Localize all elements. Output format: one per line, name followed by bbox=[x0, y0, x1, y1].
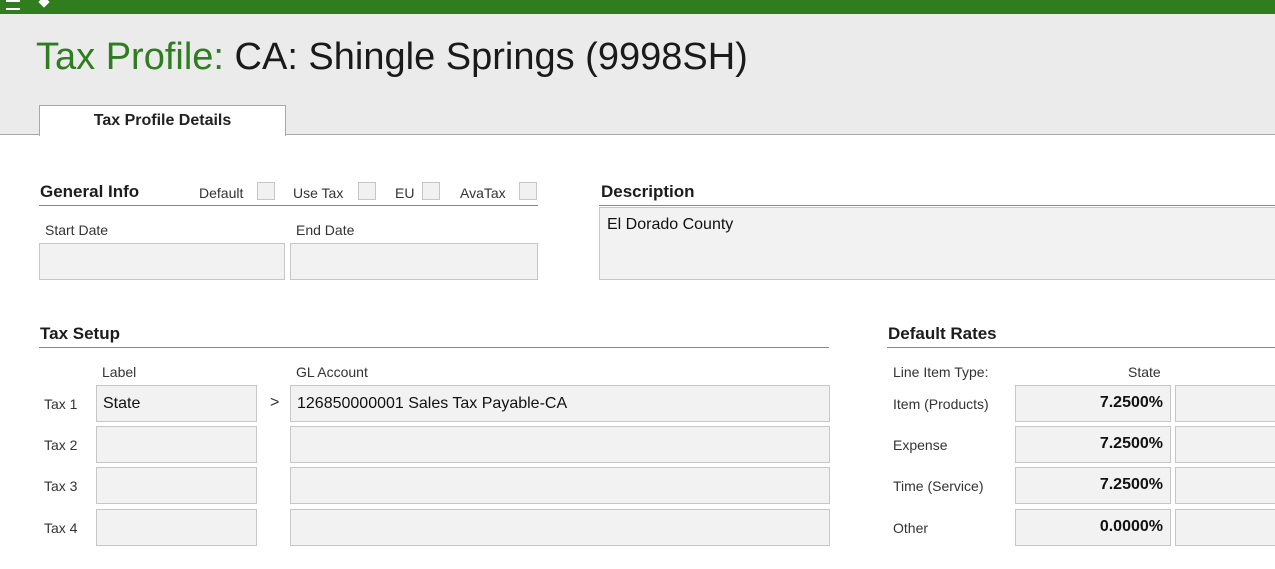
tax-1-label-value: State bbox=[103, 395, 141, 412]
tax-row-name: Tax 3 bbox=[44, 478, 78, 494]
top-nav-bar bbox=[0, 0, 1275, 14]
default-rates-title: Default Rates bbox=[888, 324, 997, 343]
other-state-rate: 0.0000% bbox=[1099, 518, 1163, 535]
tax-row-name: Tax 4 bbox=[44, 520, 78, 536]
end-date-input[interactable] bbox=[290, 243, 538, 280]
description-textarea[interactable]: El Dorado County bbox=[599, 207, 1275, 280]
line-item-type: Time (Service) bbox=[893, 478, 984, 494]
state-column-header: State bbox=[1128, 364, 1161, 380]
avatax-flag-label: AvaTax bbox=[460, 185, 506, 201]
description-value: El Dorado County bbox=[607, 216, 734, 233]
default-checkbox[interactable] bbox=[257, 182, 275, 200]
tax-setup-divider bbox=[39, 347, 829, 348]
tax-2-gl-account-input[interactable] bbox=[290, 426, 830, 463]
page-header: Tax Profile: CA: Shingle Springs (9998SH… bbox=[0, 14, 1275, 136]
tax-1-label-input[interactable]: State bbox=[96, 385, 257, 422]
page-title-prefix: Tax Profile: bbox=[36, 36, 224, 78]
other-next-rate-input[interactable] bbox=[1175, 509, 1275, 546]
eu-checkbox[interactable] bbox=[422, 182, 440, 200]
tax-setup-title: Tax Setup bbox=[40, 324, 120, 343]
use-tax-flag-label: Use Tax bbox=[293, 185, 344, 201]
description-divider bbox=[599, 205, 1275, 206]
expense-next-rate-input[interactable] bbox=[1175, 426, 1275, 463]
line-item-type: Expense bbox=[893, 437, 948, 453]
eu-flag-label: EU bbox=[395, 185, 415, 201]
page-title: Tax Profile: CA: Shingle Springs (9998SH… bbox=[36, 36, 748, 79]
item-products-next-rate-input[interactable] bbox=[1175, 385, 1275, 422]
end-date-label: End Date bbox=[296, 222, 355, 238]
line-item-type-header: Line Item Type: bbox=[893, 364, 989, 380]
other-state-rate-input[interactable]: 0.0000% bbox=[1015, 509, 1171, 546]
tab-tax-profile-details[interactable]: Tax Profile Details bbox=[39, 105, 286, 136]
time-service-state-rate: 7.2500% bbox=[1099, 476, 1163, 493]
line-item-type: Item (Products) bbox=[893, 396, 989, 412]
default-flag-label: Default bbox=[199, 185, 244, 201]
page-title-name: CA: Shingle Springs (9998SH) bbox=[234, 36, 748, 78]
general-info-divider bbox=[39, 205, 538, 206]
time-service-state-rate-input[interactable]: 7.2500% bbox=[1015, 467, 1171, 504]
label-column-header: Label bbox=[102, 364, 137, 380]
avatax-checkbox[interactable] bbox=[519, 182, 537, 200]
expense-state-rate-input[interactable]: 7.2500% bbox=[1015, 426, 1171, 463]
tax-4-label-input[interactable] bbox=[96, 509, 257, 546]
tax-2-label-input[interactable] bbox=[96, 426, 257, 463]
general-info-title: General Info bbox=[40, 182, 140, 201]
tax-3-gl-account-input[interactable] bbox=[290, 467, 830, 504]
start-date-input[interactable] bbox=[39, 243, 285, 280]
expense-state-rate: 7.2500% bbox=[1099, 435, 1163, 452]
tax-3-label-input[interactable] bbox=[96, 467, 257, 504]
dropdown-icon[interactable] bbox=[38, 0, 50, 8]
gl-account-arrow-icon[interactable]: > bbox=[270, 394, 279, 412]
tax-1-gl-account-input[interactable]: 126850000001 Sales Tax Payable-CA bbox=[290, 385, 830, 422]
item-products-state-rate: 7.2500% bbox=[1099, 394, 1163, 411]
time-service-next-rate-input[interactable] bbox=[1175, 467, 1275, 504]
tax-row-name: Tax 1 bbox=[44, 396, 78, 412]
tax-1-gl-account-value: 126850000001 Sales Tax Payable-CA bbox=[297, 395, 568, 412]
gl-account-column-header: GL Account bbox=[296, 364, 368, 380]
item-products-state-rate-input[interactable]: 7.2500% bbox=[1015, 385, 1171, 422]
description-title: Description bbox=[601, 182, 695, 201]
start-date-label: Start Date bbox=[45, 222, 109, 238]
line-item-type: Other bbox=[893, 520, 929, 536]
tax-4-gl-account-input[interactable] bbox=[290, 509, 830, 546]
hamburger-menu-icon[interactable] bbox=[6, 0, 20, 10]
use-tax-checkbox[interactable] bbox=[358, 182, 376, 200]
default-rates-divider bbox=[887, 347, 1275, 348]
tax-row-name: Tax 2 bbox=[44, 437, 78, 453]
